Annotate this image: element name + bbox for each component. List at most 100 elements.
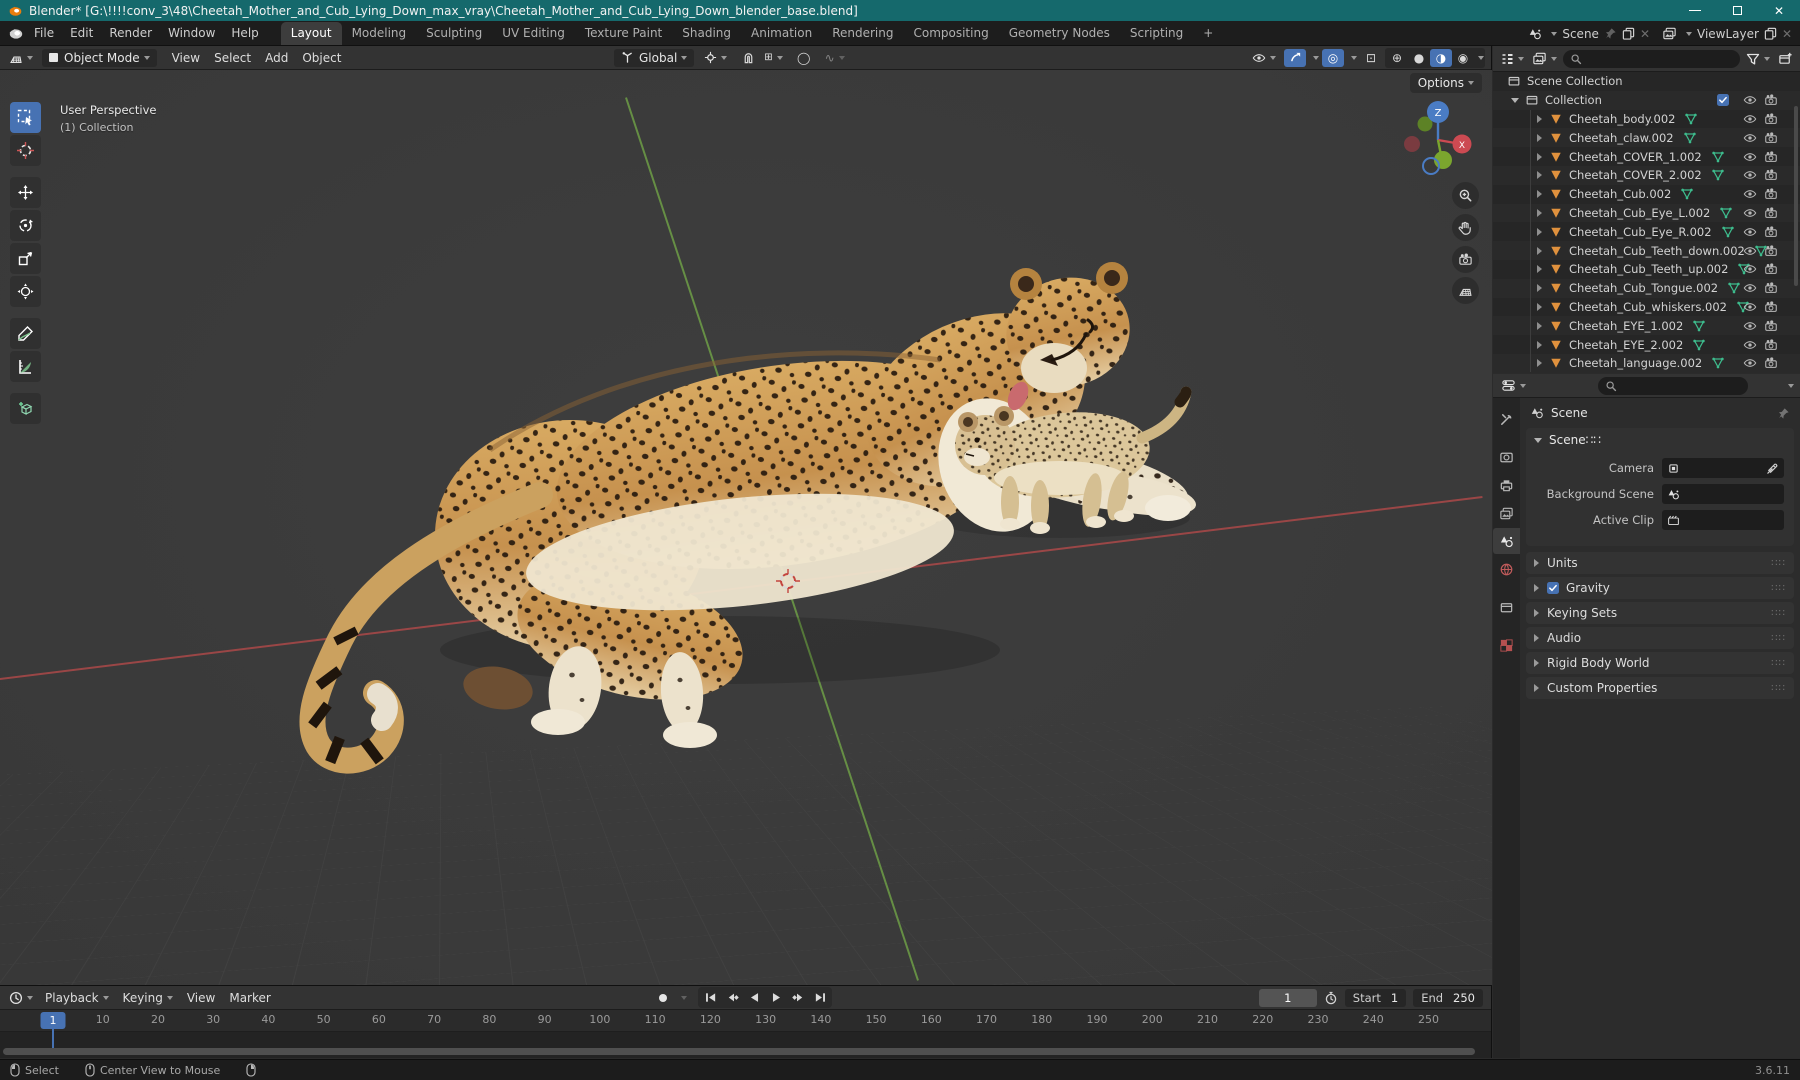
filter-icon[interactable] bbox=[1744, 51, 1772, 67]
viewport-menu-view[interactable]: View bbox=[165, 48, 207, 68]
gravity-checkbox[interactable] bbox=[1547, 582, 1559, 594]
play-reverse-button[interactable] bbox=[744, 989, 764, 1006]
panel-units[interactable]: Units ∷∷ bbox=[1526, 552, 1794, 574]
falloff-dropdown[interactable]: ∿ bbox=[820, 49, 850, 67]
outliner-row-scene-collection[interactable]: Scene Collection bbox=[1493, 72, 1800, 91]
outliner-row[interactable]: Cheetah_COVER_2.002 bbox=[1493, 165, 1800, 185]
hide-viewport-icon[interactable] bbox=[1743, 300, 1757, 314]
menu-render[interactable]: Render bbox=[101, 22, 160, 44]
auto-keying-record-button[interactable] bbox=[652, 989, 674, 1007]
pin-icon[interactable] bbox=[1604, 27, 1617, 40]
workspace-tab-rendering[interactable]: Rendering bbox=[822, 22, 903, 45]
workspace-tab-layout[interactable]: Layout bbox=[280, 22, 342, 45]
snap-toggle[interactable] bbox=[737, 49, 759, 67]
viewlayer-selector-value[interactable]: ViewLayer bbox=[1697, 27, 1759, 41]
outliner-row[interactable]: Cheetah_Cub_Tongue.002 bbox=[1493, 278, 1800, 298]
properties-tab-collection[interactable] bbox=[1493, 594, 1520, 620]
hide-viewport-icon[interactable] bbox=[1743, 131, 1757, 145]
outliner-display-mode-icon[interactable] bbox=[1530, 50, 1559, 67]
viewport-menu-add[interactable]: Add bbox=[258, 48, 295, 68]
hide-viewport-icon[interactable] bbox=[1743, 225, 1757, 239]
timeline-ruler[interactable]: 10 20 30 40 50 60 70 80 90 100 110 120 130 140 150 160 1… bbox=[0, 1010, 1491, 1032]
panel-custom-properties[interactable]: Custom Properties ∷∷ bbox=[1526, 677, 1794, 699]
navigation-gizmo[interactable]: Z X bbox=[1398, 98, 1478, 178]
hide-viewport-icon[interactable] bbox=[1743, 168, 1757, 182]
hide-viewport-icon[interactable] bbox=[1743, 356, 1757, 370]
disable-render-icon[interactable] bbox=[1764, 319, 1778, 333]
menu-file[interactable]: File bbox=[26, 22, 62, 44]
outliner-row[interactable]: Cheetah_Cub_Eye_R.002 bbox=[1493, 222, 1800, 241]
tool-rotate-button[interactable] bbox=[10, 210, 41, 241]
overlays-dropdown[interactable] bbox=[1351, 55, 1357, 60]
expand-icon[interactable] bbox=[1537, 190, 1542, 199]
scene-selector[interactable]: Scene ✕ bbox=[1528, 27, 1650, 41]
outliner-row-collection[interactable]: Collection bbox=[1493, 90, 1800, 110]
disable-render-icon[interactable] bbox=[1764, 244, 1778, 258]
shading-wireframe-button[interactable]: ⊕ bbox=[1386, 49, 1408, 67]
active-clip-input[interactable] bbox=[1662, 510, 1784, 530]
viewport-menu-select[interactable]: Select bbox=[207, 48, 258, 68]
outliner-row[interactable]: Cheetah_claw.002 bbox=[1493, 128, 1800, 148]
menu-edit[interactable]: Edit bbox=[62, 22, 101, 44]
scene-selector-value[interactable]: Scene bbox=[1562, 27, 1599, 41]
properties-tab-scene[interactable] bbox=[1493, 528, 1520, 554]
outliner-search-input[interactable] bbox=[1563, 49, 1740, 68]
add-workspace-button[interactable]: + bbox=[1193, 22, 1223, 45]
expand-icon[interactable] bbox=[1537, 246, 1542, 255]
pivot-dropdown[interactable] bbox=[699, 49, 732, 66]
delete-viewlayer-icon[interactable]: ✕ bbox=[1782, 27, 1792, 41]
outliner-row[interactable]: Cheetah_Cub_whiskers.002 bbox=[1493, 298, 1800, 317]
hide-viewport-icon[interactable] bbox=[1743, 244, 1757, 258]
outliner-row[interactable]: Cheetah_language.002 bbox=[1493, 353, 1800, 373]
auto-keying-dropdown[interactable] bbox=[681, 995, 687, 1000]
orthographic-button[interactable] bbox=[1452, 277, 1479, 304]
disable-render-icon[interactable] bbox=[1764, 93, 1778, 107]
timeline-menu-view[interactable]: View bbox=[180, 988, 222, 1008]
new-scene-icon[interactable] bbox=[1622, 27, 1635, 40]
disable-render-icon[interactable] bbox=[1764, 131, 1778, 145]
overlays-toggle[interactable]: ◎ bbox=[1322, 48, 1344, 67]
expand-icon[interactable] bbox=[1537, 321, 1542, 330]
visibility-dropdown[interactable] bbox=[1247, 49, 1281, 67]
disable-render-icon[interactable] bbox=[1764, 281, 1778, 295]
disable-render-icon[interactable] bbox=[1764, 225, 1778, 239]
expand-icon[interactable] bbox=[1537, 284, 1542, 293]
properties-tab-output[interactable] bbox=[1493, 472, 1520, 498]
timeline-track-area[interactable] bbox=[0, 1032, 1491, 1058]
hide-viewport-icon[interactable] bbox=[1743, 150, 1757, 164]
tool-cursor-button[interactable] bbox=[10, 135, 41, 166]
outliner-row[interactable]: Cheetah_Cub_Eye_L.002 bbox=[1493, 203, 1800, 223]
mode-dropdown[interactable]: Object Mode bbox=[42, 48, 157, 67]
tool-select-box-button[interactable] bbox=[10, 102, 41, 133]
expand-icon[interactable] bbox=[1537, 265, 1542, 274]
disable-render-icon[interactable] bbox=[1764, 112, 1778, 126]
scene-panel-header[interactable]: Scene ∷∷ bbox=[1526, 428, 1794, 452]
shading-rendered-button[interactable]: ◉ bbox=[1452, 49, 1474, 67]
hide-viewport-icon[interactable] bbox=[1743, 338, 1757, 352]
viewport-menu-object[interactable]: Object bbox=[295, 48, 348, 68]
timeline-menu-marker[interactable]: Marker bbox=[222, 988, 277, 1008]
viewport-canvas[interactable]: User Perspective (1) Collection Options … bbox=[0, 70, 1492, 985]
options-button[interactable]: Options bbox=[1409, 73, 1482, 93]
camera-view-button[interactable] bbox=[1452, 246, 1479, 273]
playhead-marker[interactable]: 1 bbox=[40, 1012, 66, 1029]
expand-icon[interactable] bbox=[1537, 133, 1542, 142]
pan-hand-button[interactable] bbox=[1452, 214, 1479, 241]
hide-viewport-icon[interactable] bbox=[1743, 319, 1757, 333]
close-button[interactable]: ✕ bbox=[1758, 0, 1800, 21]
hide-viewport-icon[interactable] bbox=[1743, 262, 1757, 276]
prev-keyframe-button[interactable] bbox=[722, 989, 742, 1006]
panel-keying-sets[interactable]: Keying Sets ∷∷ bbox=[1526, 602, 1794, 624]
hide-viewport-icon[interactable] bbox=[1743, 112, 1757, 126]
workspace-tab-animation[interactable]: Animation bbox=[741, 22, 822, 45]
new-viewlayer-icon[interactable] bbox=[1764, 27, 1777, 40]
panel-audio[interactable]: Audio ∷∷ bbox=[1526, 627, 1794, 649]
workspace-tab-uv-editing[interactable]: UV Editing bbox=[492, 22, 575, 45]
outliner-row[interactable]: Cheetah_COVER_1.002 bbox=[1493, 147, 1800, 166]
jump-to-end-button[interactable] bbox=[810, 989, 830, 1006]
workspace-tab-modeling[interactable]: Modeling bbox=[342, 22, 417, 45]
panel-gravity[interactable]: Gravity ∷∷ bbox=[1526, 577, 1794, 599]
gizmos-dropdown[interactable] bbox=[1313, 55, 1319, 60]
expand-icon[interactable] bbox=[1537, 171, 1542, 180]
expand-icon[interactable] bbox=[1537, 302, 1542, 311]
